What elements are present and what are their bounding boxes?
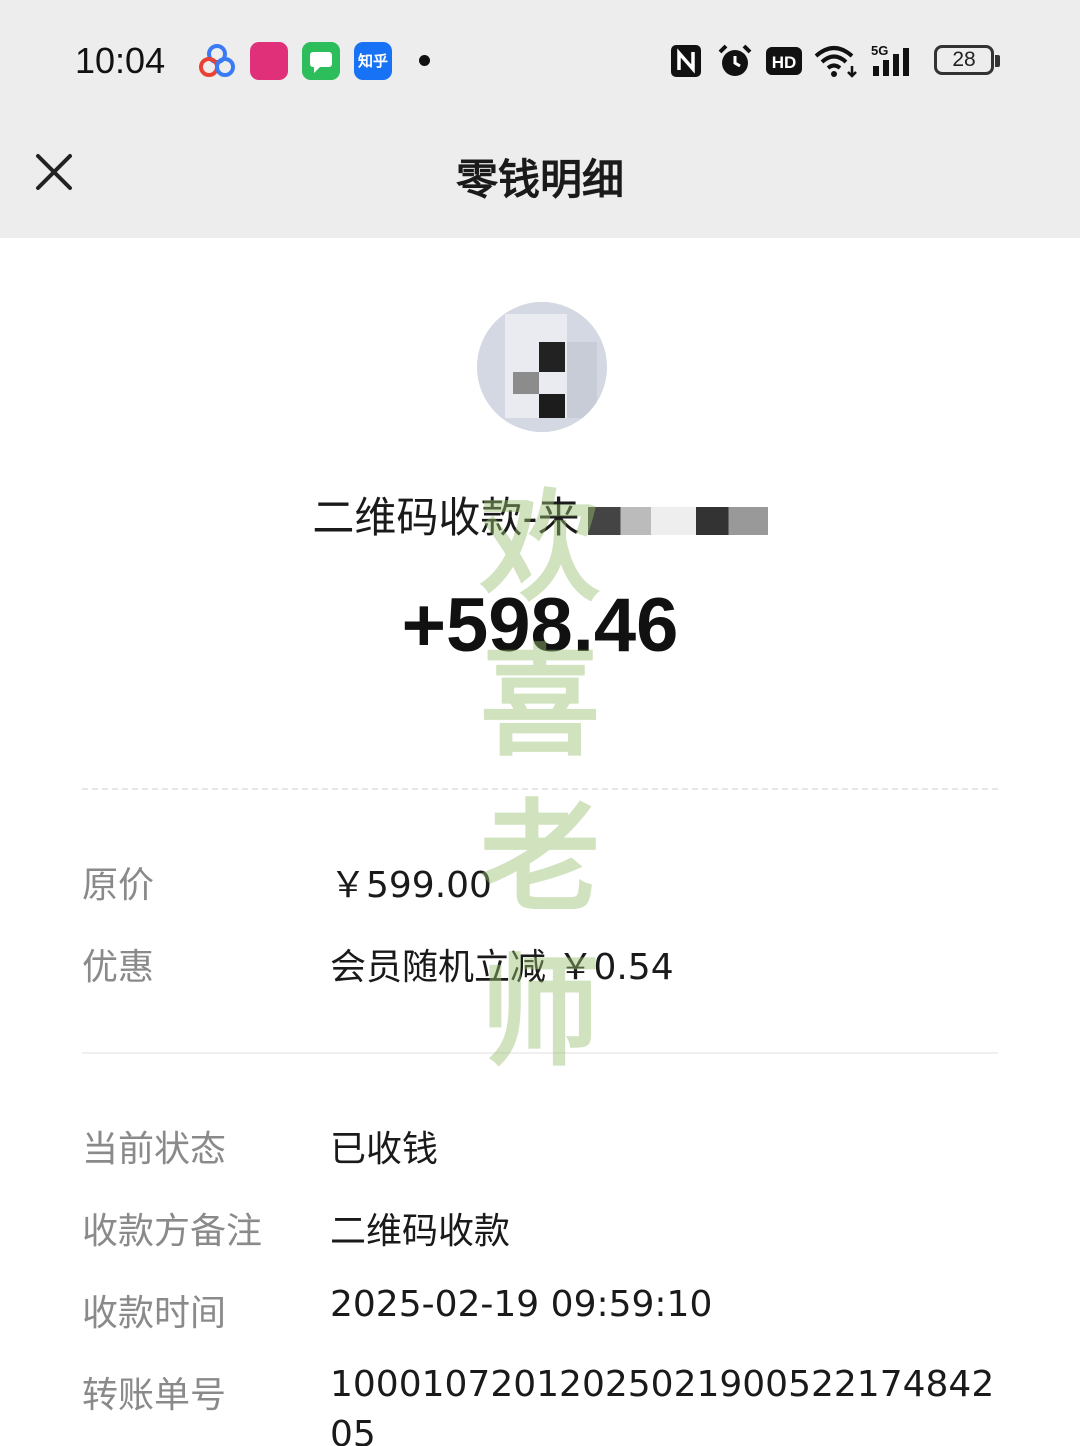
status-bar: 10:04 知乎 HD 5G 28 [0,0,1080,125]
hd-icon: HD [766,47,802,75]
payee-text: 二维码收款-来 [312,493,580,542]
zhihu-icon: 知乎 [354,42,392,80]
top-bar: 10:04 知乎 HD 5G 28 零钱明细 [0,0,1080,238]
transfer-id-value[interactable]: 1000107201202502190052217484205 [330,1366,1000,1446]
payee-redacted [587,506,768,535]
detail-row-transfer-id: 转账单号 1000107201202502190052217484205 [82,1366,1042,1446]
divider-dashed [82,788,998,790]
svg-text:5G: 5G [871,44,888,58]
detail-label: 当前状态 [82,1129,227,1170]
detail-row-remark: 收款方备注 二维码收款 [82,1202,1042,1262]
svg-text:HD: HD [772,53,797,72]
status-time: 10:04 [75,40,166,81]
battery-icon: 28 [934,45,1000,75]
avatar [477,302,607,432]
divider [82,1052,998,1054]
detail-value: 会员随机立减 ￥0.54 [330,947,674,988]
wifi-icon [814,46,857,78]
detail-label[interactable]: 转账单号 [82,1366,226,1418]
detail-value: 已收钱 [330,1129,439,1170]
detail-label: 原价 [82,865,155,906]
detail-label: 收款方备注 [82,1211,263,1252]
messages-icon [302,42,340,80]
signal-5g-icon: 5G [871,44,909,76]
detail-value: ￥599.00 [330,865,492,906]
alarm-icon [718,44,752,76]
detail-row-discount: 优惠 会员随机立减 ￥0.54 [82,938,1042,998]
notification-dot [419,55,430,66]
detail-value: 二维码收款 [330,1211,511,1252]
avatar-image [477,302,607,432]
payee-name: 二维码收款-来 [0,484,1080,545]
baidu-icon [199,44,235,77]
detail-row-time: 收款时间 2025-02-19 09:59:10 [82,1284,1042,1344]
detail-label: 优惠 [82,947,155,988]
page-title: 零钱明细 [455,155,624,204]
detail-value: 2025-02-19 09:59:10 [330,1284,713,1325]
amount: +598.46 [401,583,679,668]
vipshop-icon [250,42,288,80]
detail-row-status: 当前状态 已收钱 [82,1120,1042,1180]
nfc-icon [671,45,701,77]
detail-row-original-price: 原价 ￥599.00 [82,856,1042,916]
detail-label: 收款时间 [82,1293,227,1334]
